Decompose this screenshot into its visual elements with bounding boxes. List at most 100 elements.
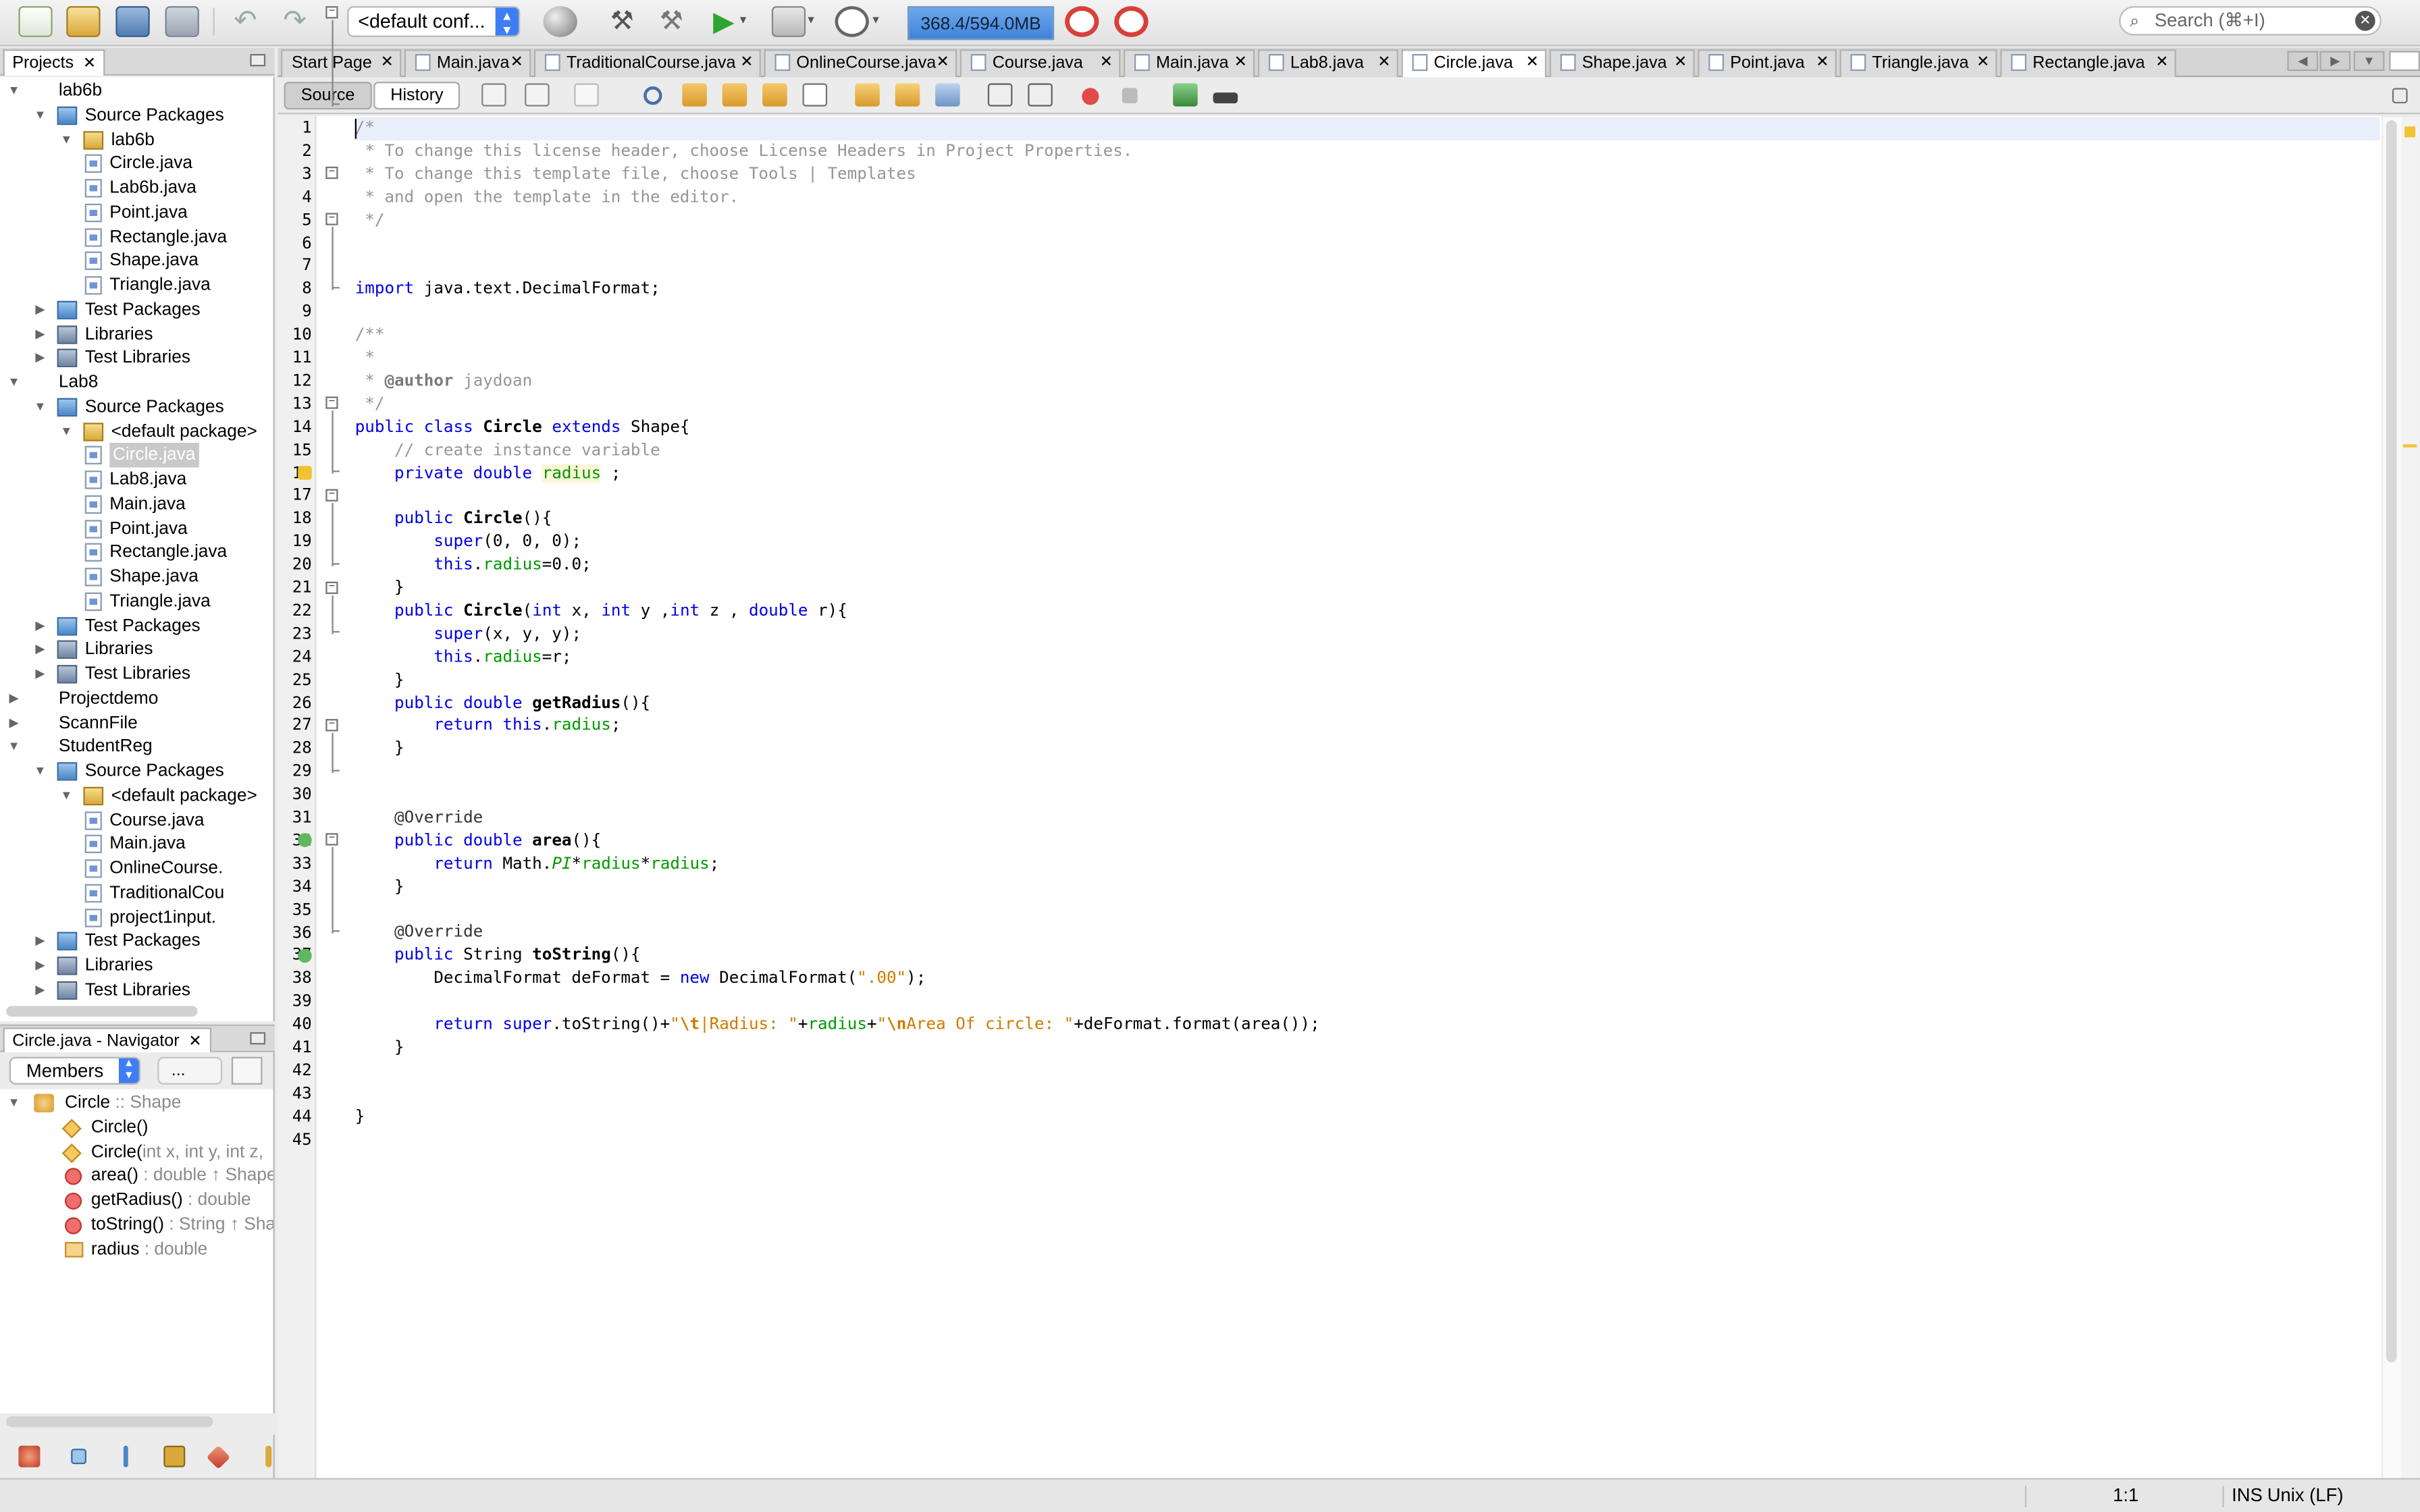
tree-item[interactable]: Course.java <box>0 808 273 833</box>
triangle-down-icon[interactable]: ▼ <box>6 371 22 396</box>
triangle-down-icon[interactable]: ▼ <box>32 759 48 784</box>
close-icon[interactable]: ✕ <box>740 51 753 76</box>
editor-tab[interactable]: Triangle.java ✕ <box>1839 49 1997 78</box>
find-previous-icon[interactable] <box>682 83 707 107</box>
tree-item[interactable]: ▶ Test Libraries <box>0 978 273 1003</box>
tree-item[interactable]: ▶ Test Libraries <box>0 662 273 687</box>
warning-hint-icon[interactable] <box>298 466 312 480</box>
next-bookmark-icon[interactable] <box>895 83 920 107</box>
fold-toggle-icon[interactable]: − <box>325 213 338 225</box>
tree-item[interactable]: Circle.java <box>0 152 273 177</box>
fold-toggle-icon[interactable]: − <box>325 167 338 180</box>
editor-tab[interactable]: Main.java ✕ <box>404 49 531 78</box>
back-icon[interactable] <box>525 83 550 107</box>
new-project-icon[interactable] <box>66 6 101 37</box>
tree-item[interactable]: ▶ Test Packages <box>0 614 273 639</box>
triangle-right-icon[interactable]: ▶ <box>6 686 22 711</box>
override-marker-icon[interactable] <box>298 833 312 847</box>
stop-macro-icon[interactable] <box>1122 88 1138 104</box>
close-icon[interactable]: ✕ <box>510 51 523 76</box>
tree-item[interactable]: ▼ lab6b <box>0 128 273 153</box>
triangle-right-icon[interactable]: ▶ <box>32 614 48 639</box>
tree-item[interactable]: Rectangle.java <box>0 541 273 566</box>
close-icon[interactable]: ✕ <box>1377 51 1390 76</box>
run-dropdown-icon[interactable]: ▼ <box>738 6 754 37</box>
tree-item[interactable]: ▼ Source Packages <box>0 395 273 420</box>
profile-dropdown-icon[interactable]: ▼ <box>870 6 886 37</box>
navigator-item[interactable]: ▼ Circle :: Shape <box>0 1091 273 1116</box>
editor-tab[interactable]: Point.java ✕ <box>1698 49 1837 78</box>
triangle-right-icon[interactable]: ▶ <box>32 322 48 347</box>
forward-icon[interactable] <box>574 83 599 107</box>
tree-item[interactable]: ▶ Test Libraries <box>0 346 273 371</box>
triangle-down-icon[interactable]: ▼ <box>6 1091 22 1116</box>
minimize-icon[interactable] <box>250 1032 266 1045</box>
tree-item[interactable]: Circle.java <box>0 443 273 468</box>
tree-item[interactable]: Lab6b.java <box>0 176 273 201</box>
navigator-item[interactable]: area() : double ↑ Shape <box>0 1164 273 1189</box>
clear-search-icon[interactable]: ✕ <box>2355 10 2375 31</box>
run-icon[interactable]: ▶ <box>707 6 741 37</box>
triangle-right-icon[interactable]: ▶ <box>32 954 48 979</box>
debug-dropdown-icon[interactable]: ▼ <box>806 6 821 37</box>
close-icon[interactable]: ✕ <box>2155 51 2168 76</box>
warning-summary-icon[interactable] <box>2404 126 2416 138</box>
tree-item[interactable]: ▼ <default package> <box>0 419 273 444</box>
tree-item[interactable]: ▼ Source Packages <box>0 759 273 784</box>
tree-item[interactable]: Shape.java <box>0 565 273 590</box>
tree-item[interactable]: ▼ <default package> <box>0 784 273 809</box>
profile-icon[interactable] <box>835 6 869 37</box>
editor-tab[interactable]: Shape.java ✕ <box>1549 49 1695 78</box>
tree-item[interactable]: Main.java <box>0 492 273 517</box>
minimize-icon[interactable] <box>250 53 266 67</box>
tree-item[interactable]: Point.java <box>0 200 273 225</box>
fold-toggle-icon[interactable]: − <box>325 6 338 19</box>
tree-item[interactable]: ▼ Lab8 <box>0 371 273 396</box>
undo-icon[interactable]: ↶ <box>228 6 262 37</box>
tree-item[interactable]: ▶ ScannFile <box>0 711 273 736</box>
open-project-icon[interactable] <box>115 6 150 37</box>
projects-tab[interactable]: Projects ✕ <box>3 49 105 76</box>
triangle-down-icon[interactable]: ▼ <box>6 79 22 104</box>
tab-list-icon[interactable]: ▼ <box>2353 51 2385 72</box>
close-icon[interactable]: ✕ <box>83 55 96 72</box>
close-icon[interactable]: ✕ <box>1976 51 1989 76</box>
globe-icon[interactable] <box>543 6 577 37</box>
fold-toggle-icon[interactable]: − <box>325 718 338 732</box>
sort-icon[interactable] <box>206 1445 231 1469</box>
close-icon[interactable]: ✕ <box>188 1033 201 1050</box>
start-macro-icon[interactable] <box>1082 88 1099 105</box>
triangle-right-icon[interactable]: ▶ <box>32 978 48 1003</box>
find-next-icon[interactable] <box>722 83 747 107</box>
toggle-highlight-icon[interactable] <box>762 83 787 107</box>
comment-icon[interactable] <box>1173 83 1198 107</box>
navigator-filter-select[interactable]: ... <box>157 1056 223 1085</box>
editor-tab[interactable]: TraditionalCourse.java ✕ <box>533 49 761 78</box>
split-editor-icon[interactable] <box>2392 88 2408 104</box>
navigator-item[interactable]: Circle(int x, int y, int z, <box>0 1139 273 1164</box>
navigator-horizontal-scrollbar[interactable] <box>6 1416 213 1428</box>
close-icon[interactable]: ✕ <box>1674 51 1687 76</box>
navigator-item[interactable]: toString() : String ↑ Shap <box>0 1212 273 1237</box>
navigator-tab[interactable]: Circle.java - Navigator ✕ <box>3 1027 211 1054</box>
last-edit-icon[interactable] <box>481 83 506 107</box>
editor-tab[interactable]: Lab8.java ✕ <box>1257 49 1398 78</box>
tree-item[interactable]: Lab8.java <box>0 468 273 493</box>
tree-item[interactable]: Main.java <box>0 832 273 857</box>
editor-tab[interactable]: Course.java ✕ <box>959 49 1121 78</box>
fold-toggle-icon[interactable]: − <box>325 397 338 410</box>
save-all-icon[interactable] <box>165 6 199 37</box>
tree-item[interactable]: ▶ Libraries <box>0 322 273 347</box>
memory-indicator[interactable]: 368.4/594.0MB <box>907 6 1055 40</box>
tree-item[interactable]: OnlineCourse. <box>0 857 273 882</box>
scroll-tabs-right-icon[interactable]: ▶ <box>2319 51 2351 72</box>
error-stripe[interactable] <box>2401 117 2420 1478</box>
triangle-down-icon[interactable]: ▼ <box>6 735 22 760</box>
close-icon[interactable]: ✕ <box>937 51 949 76</box>
tree-item[interactable]: Shape.java <box>0 249 273 274</box>
show-static-icon[interactable] <box>123 1445 128 1467</box>
triangle-right-icon[interactable]: ▶ <box>32 298 48 323</box>
close-icon[interactable]: ✕ <box>1526 51 1539 76</box>
redo-icon[interactable]: ↷ <box>278 6 311 37</box>
navigator-item[interactable]: radius : double <box>0 1237 273 1262</box>
